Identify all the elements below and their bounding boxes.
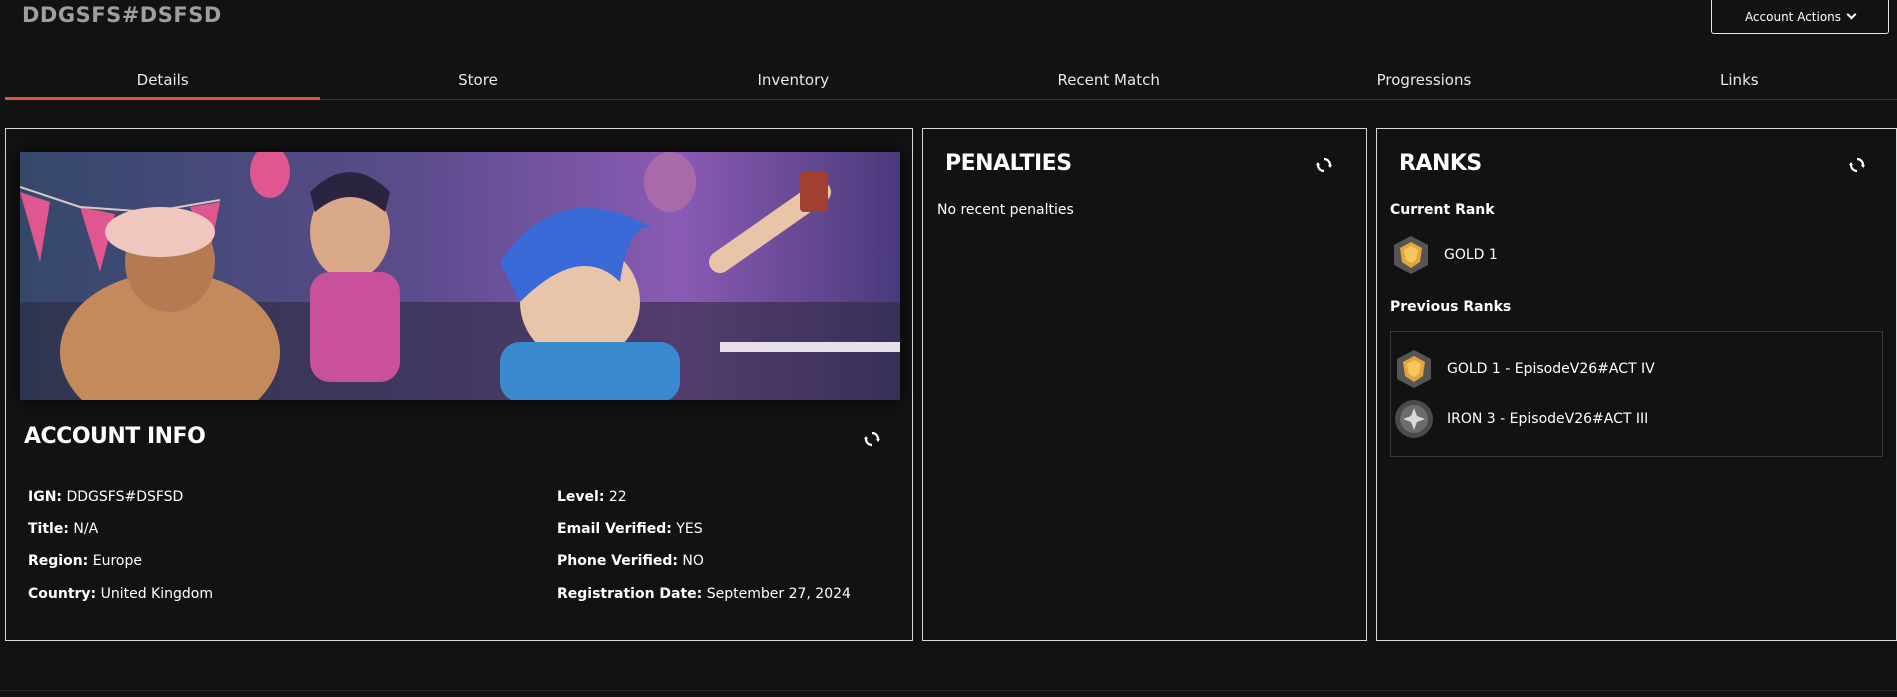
current-rank-item: GOLD 1 <box>1390 234 1498 276</box>
no-penalties-text: No recent penalties <box>937 202 1074 218</box>
chevron-down-icon <box>1846 9 1857 20</box>
current-rank-name: GOLD 1 <box>1444 247 1498 263</box>
ign-label: IGN: <box>28 489 63 505</box>
penalties-panel: PENALTIES No recent penalties <box>922 128 1367 641</box>
email-verified-value: YES <box>676 521 703 537</box>
player-card-banner <box>20 152 900 400</box>
tab-recent-match[interactable]: Recent Match <box>951 66 1266 99</box>
title-label: Title: <box>28 521 69 537</box>
previous-ranks-label: Previous Ranks <box>1390 299 1512 315</box>
region-value: Europe <box>92 553 142 569</box>
ranks-panel: RANKS Current Rank GOLD 1 Previous Ranks… <box>1376 128 1897 641</box>
phone-verified-value: NO <box>682 553 704 569</box>
refresh-icon[interactable] <box>1315 156 1333 174</box>
registration-date-row: Registration Date: September 27, 2024 <box>557 586 851 602</box>
ign-value: DDGSFS#DSFSD <box>66 489 184 505</box>
level-label: Level: <box>557 489 605 505</box>
refresh-icon[interactable] <box>863 430 881 448</box>
tab-store[interactable]: Store <box>320 66 635 99</box>
country-value: United Kingdom <box>100 586 213 602</box>
email-verified-row: Email Verified: YES <box>557 521 703 537</box>
previous-rank-item: IRON 3 - EpisodeV26#ACT III <box>1393 398 1648 440</box>
iron-rank-icon <box>1395 400 1433 438</box>
phone-verified-row: Phone Verified: NO <box>557 553 704 569</box>
tab-links[interactable]: Links <box>1582 66 1897 99</box>
level-value: 22 <box>608 489 627 505</box>
bottom-divider <box>0 690 1897 691</box>
tab-details[interactable]: Details <box>5 66 321 100</box>
tab-progressions[interactable]: Progressions <box>1266 66 1581 99</box>
previous-rank-item: GOLD 1 - EpisodeV26#ACT IV <box>1393 348 1655 390</box>
account-info-panel: ACCOUNT INFO IGN: DDGSFS#DSFSD Title: N/… <box>5 128 913 641</box>
previous-rank-name: GOLD 1 - EpisodeV26#ACT IV <box>1447 361 1655 377</box>
email-verified-label: Email Verified: <box>557 521 672 537</box>
previous-rank-name: IRON 3 - EpisodeV26#ACT III <box>1447 411 1649 427</box>
ranks-title: RANKS <box>1399 151 1482 176</box>
registration-date-value: September 27, 2024 <box>706 586 851 602</box>
registration-date-label: Registration Date: <box>557 586 703 602</box>
refresh-icon[interactable] <box>1848 156 1866 174</box>
player-name: DDGSFS#DSFSD <box>22 3 222 27</box>
account-actions-button[interactable]: Account Actions <box>1711 0 1889 34</box>
current-rank-label: Current Rank <box>1390 202 1495 218</box>
region-label: Region: <box>28 553 89 569</box>
banner-artwork <box>20 152 900 400</box>
region-row: Region: Europe <box>28 553 142 569</box>
account-actions-label: Account Actions <box>1744 9 1842 24</box>
ign-row: IGN: DDGSFS#DSFSD <box>28 489 183 505</box>
account-info-title: ACCOUNT INFO <box>24 424 206 449</box>
gold-rank-icon <box>1394 236 1428 274</box>
country-label: Country: <box>28 586 97 602</box>
top-bar: DDGSFS#DSFSD Account Actions <box>0 0 1897 44</box>
gold-rank-icon <box>1397 350 1431 388</box>
phone-verified-label: Phone Verified: <box>557 553 678 569</box>
penalties-title: PENALTIES <box>945 151 1072 176</box>
title-value: N/A <box>73 521 99 537</box>
tab-bar: Details Store Inventory Recent Match Pro… <box>5 66 1897 100</box>
country-row: Country: United Kingdom <box>28 586 213 602</box>
title-row: Title: N/A <box>28 521 98 537</box>
previous-ranks-list: GOLD 1 - EpisodeV26#ACT IV IRON 3 - Epis… <box>1390 331 1883 457</box>
tab-inventory[interactable]: Inventory <box>636 66 951 99</box>
level-row: Level: 22 <box>557 489 627 505</box>
